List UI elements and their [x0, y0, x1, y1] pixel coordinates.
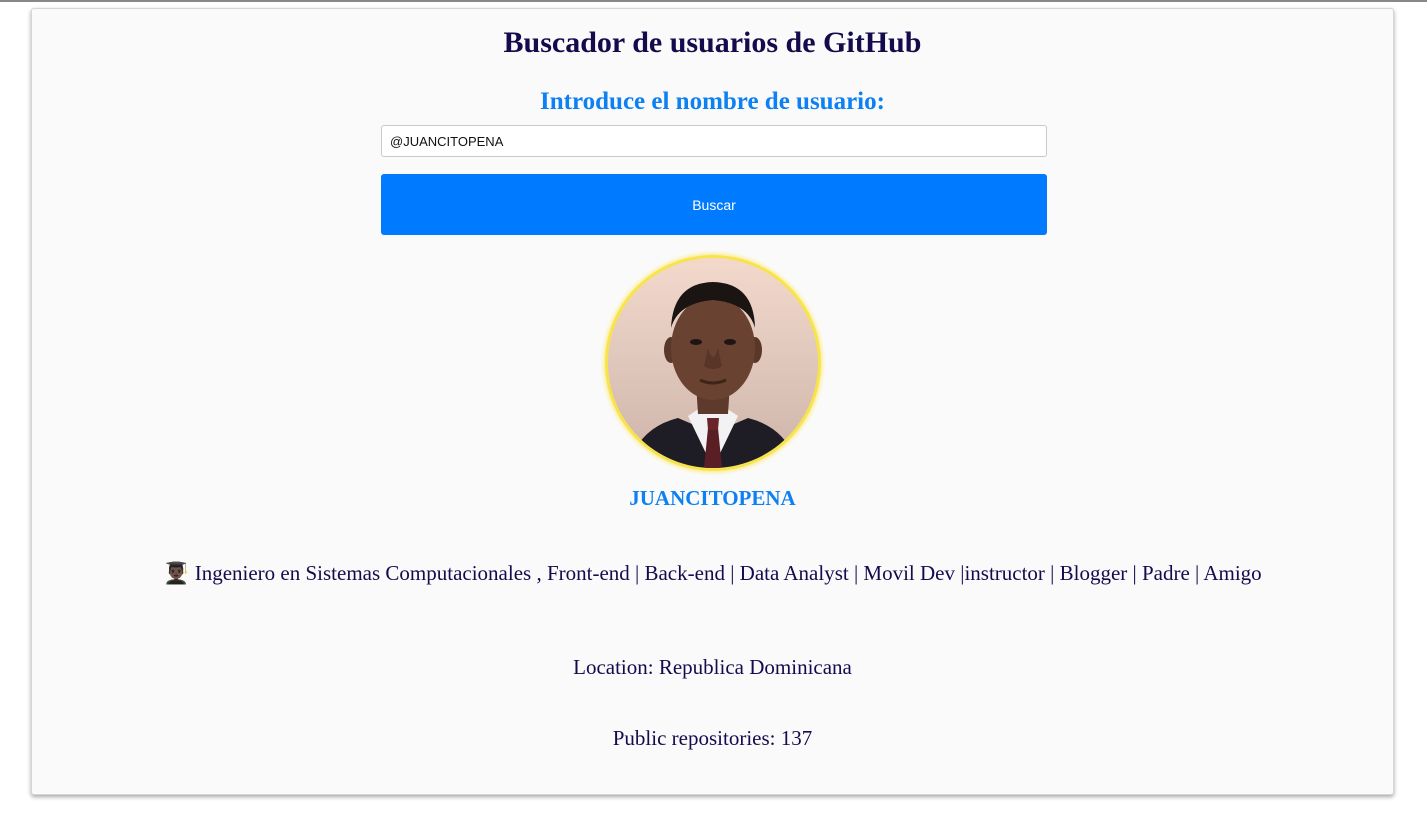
avatar [605, 255, 821, 471]
profile-bio: 👨🏿‍🎓 Ingeniero en Sistemas Computacional… [32, 559, 1393, 587]
top-border-line [0, 0, 1427, 2]
avatar-image [628, 282, 798, 468]
profile-location: Location: Republica Dominicana [573, 655, 852, 679]
page-title: Buscador de usuarios de GitHub [503, 26, 922, 59]
profile-bio-text: Ingeniero en Sistemas Computacionales , … [194, 561, 1262, 585]
profile-username: JUANCITOPENA [629, 486, 796, 510]
search-button[interactable]: Buscar [381, 174, 1047, 235]
profile-public-repos: Public repositories: 137 [612, 726, 813, 750]
graduate-emoji-icon: 👨🏿‍🎓 [163, 561, 190, 585]
search-card: Buscador de usuarios de GitHub Introduce… [31, 8, 1394, 795]
username-input[interactable] [381, 125, 1047, 157]
username-label: Introduce el nombre de usuario: [540, 88, 885, 115]
